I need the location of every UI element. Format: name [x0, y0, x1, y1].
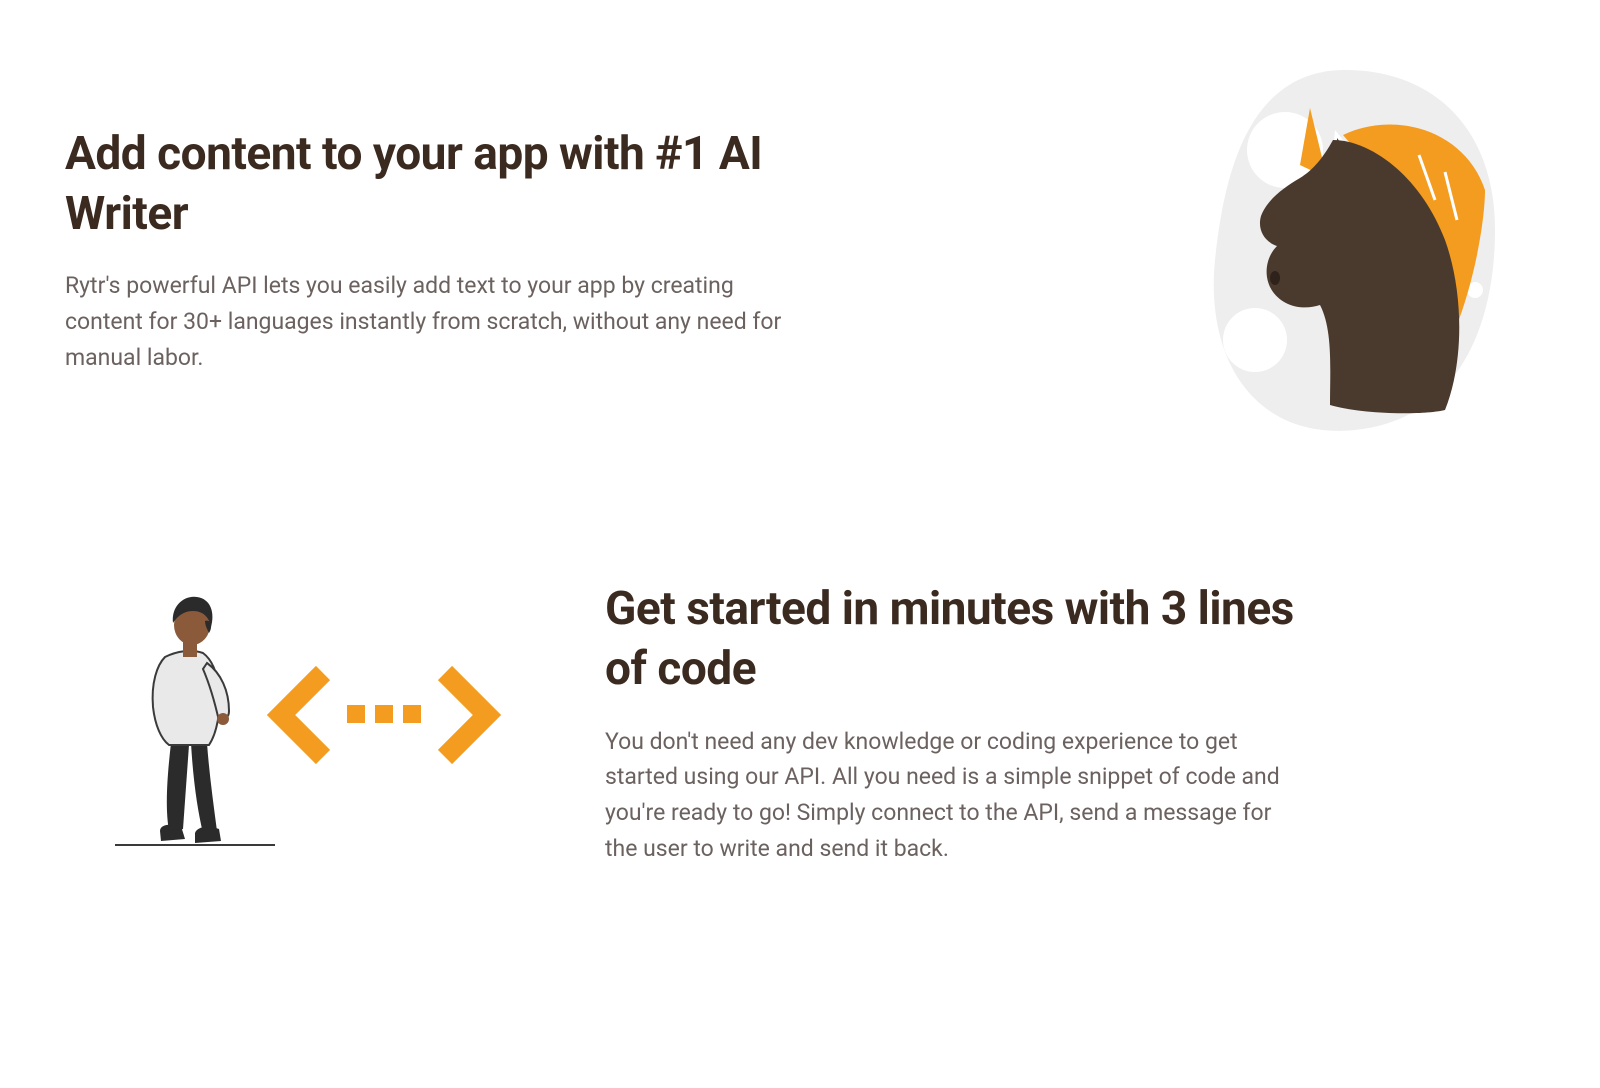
- body-add-content: Rytr's powerful API lets you easily add …: [65, 268, 785, 375]
- body-get-started: You don't need any dev knowledge or codi…: [605, 724, 1305, 867]
- person-code-illustration: [65, 583, 505, 863]
- text-block-1: Add content to your app with #1 AI Write…: [65, 125, 785, 376]
- section-get-started: Get started in minutes with 3 lines of c…: [65, 580, 1535, 866]
- unicorn-icon: [1155, 60, 1535, 440]
- person-code-icon: [65, 583, 505, 863]
- heading-get-started: Get started in minutes with 3 lines of c…: [605, 580, 1305, 700]
- section-add-content: Add content to your app with #1 AI Write…: [65, 60, 1535, 440]
- text-block-2: Get started in minutes with 3 lines of c…: [605, 580, 1305, 866]
- heading-add-content: Add content to your app with #1 AI Write…: [65, 125, 785, 245]
- unicorn-illustration: [1155, 60, 1535, 440]
